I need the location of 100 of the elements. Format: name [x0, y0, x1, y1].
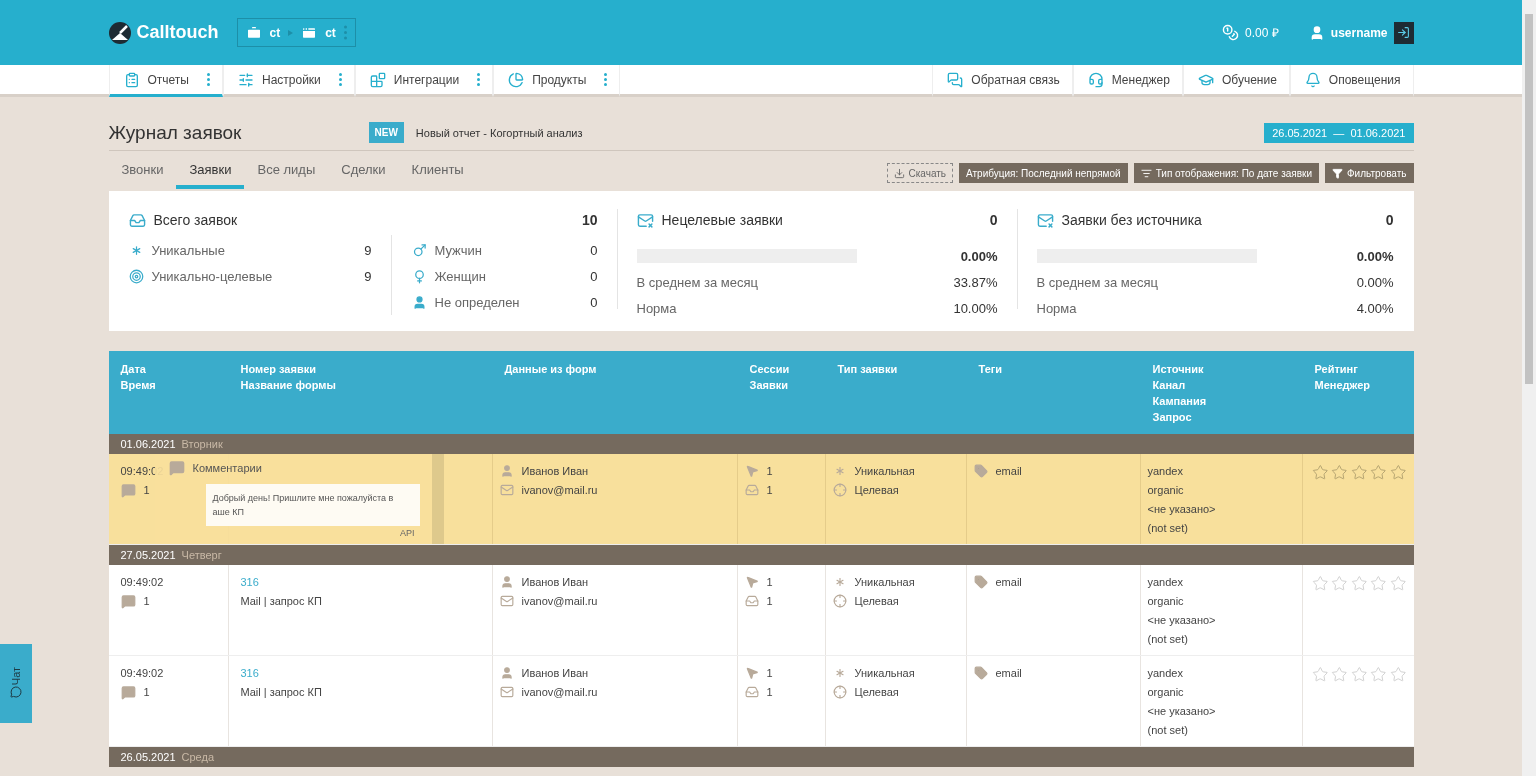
- star-icon[interactable]: [1331, 666, 1348, 683]
- account-switcher[interactable]: ct ct: [236, 18, 356, 47]
- column-header[interactable]: Менеджер: [1314, 377, 1402, 393]
- tab[interactable]: Все лиды: [244, 162, 329, 189]
- more-icon[interactable]: [338, 73, 342, 86]
- column-header[interactable]: Время: [120, 377, 217, 393]
- source-text: yandex: [1147, 465, 1183, 477]
- tag-icon: [973, 464, 988, 478]
- blocks-icon: [369, 71, 386, 88]
- star-icon[interactable]: [1311, 666, 1329, 683]
- request-type: Целевая: [854, 686, 899, 698]
- column-header[interactable]: Тип заявки: [837, 361, 955, 377]
- chat-button[interactable]: Чат: [0, 644, 32, 723]
- table-row[interactable]: 09:49:02 1 316 Mail | запрос КП Иванов Иван ivanov@mail.ru 1 1 Уникальная Целевая email yandex organic <не указано> (not set): [108, 656, 1414, 747]
- clipboard-icon: [123, 71, 140, 88]
- nav-tab[interactable]: Продукты: [493, 65, 621, 97]
- nav-link[interactable]: Обучение: [1182, 65, 1290, 97]
- star-icon[interactable]: [1350, 666, 1368, 683]
- stat-title: Всего заявок: [153, 212, 238, 228]
- stat-label: В среднем за месяц: [1036, 274, 1158, 290]
- requests-count: 1: [766, 686, 773, 698]
- column-header[interactable]: Дата: [120, 361, 217, 377]
- column-header[interactable]: Теги: [978, 361, 1129, 377]
- request-type: Уникальная: [854, 465, 915, 477]
- contact-name: Иванов Иван: [521, 667, 589, 679]
- star-icon[interactable]: [1389, 464, 1407, 481]
- tab[interactable]: Клиенты: [398, 162, 477, 189]
- column-header[interactable]: Источник: [1152, 361, 1291, 377]
- more-icon[interactable]: [207, 73, 210, 86]
- column-header[interactable]: Рейтинг: [1314, 361, 1402, 377]
- comment-icon[interactable]: [120, 684, 136, 700]
- inbox-icon: [744, 483, 759, 497]
- more-icon[interactable]: [343, 25, 347, 40]
- time-text: 09:49:02: [120, 576, 164, 588]
- pie-chart-icon: [508, 71, 525, 88]
- date-range-button[interactable]: 26.05.2021 — 01.06.2021: [1264, 122, 1414, 143]
- person-icon: [411, 294, 427, 310]
- request-number-link[interactable]: 316: [235, 576, 259, 588]
- requests-count: 1: [766, 595, 773, 607]
- column-header[interactable]: Запрос: [1152, 409, 1291, 425]
- download-button[interactable]: Скачать: [886, 163, 954, 183]
- column-header[interactable]: Заявки: [749, 377, 814, 393]
- star-icon[interactable]: [1311, 464, 1329, 481]
- column-header[interactable]: Номер заявки: [240, 361, 481, 377]
- nav-tab[interactable]: Настройки: [223, 65, 355, 97]
- tag-text: email: [995, 465, 1022, 477]
- column-header[interactable]: Канал: [1152, 377, 1291, 393]
- request-type: Целевая: [854, 595, 899, 607]
- request-number-link[interactable]: 316: [235, 667, 259, 679]
- stat-value: 10.00%: [953, 300, 998, 316]
- nav-tab[interactable]: Отчеты: [108, 65, 223, 97]
- mail-icon: [499, 483, 514, 497]
- attribution-button[interactable]: Атрибуция: Последний непрямой: [959, 163, 1128, 183]
- request-type: Уникальная: [854, 667, 915, 679]
- star-icon[interactable]: [1331, 575, 1348, 592]
- column-header[interactable]: Сессии: [749, 361, 814, 377]
- more-icon[interactable]: [604, 73, 608, 86]
- male-icon: [411, 242, 427, 258]
- column-header[interactable]: Кампания: [1152, 393, 1291, 409]
- star-icon[interactable]: [1370, 575, 1387, 592]
- column-header[interactable]: Данные из форм: [504, 361, 726, 377]
- tab[interactable]: Звонки: [108, 162, 177, 189]
- nav-link[interactable]: Менеджер: [1072, 65, 1183, 97]
- star-icon[interactable]: [1389, 666, 1407, 683]
- filter-button[interactable]: Фильтровать: [1325, 163, 1414, 183]
- star-icon[interactable]: [1370, 464, 1387, 481]
- display-type-button[interactable]: Тип отображения: По дате заявки: [1133, 163, 1319, 183]
- username[interactable]: username: [1330, 25, 1388, 40]
- download-icon: [893, 167, 905, 179]
- campaign-text: <не указано>: [1147, 705, 1216, 717]
- star-icon[interactable]: [1331, 464, 1348, 481]
- column-header[interactable]: Название формы: [240, 377, 481, 393]
- table-row[interactable]: 09:49:02 1 316 Mail | запрос КП Иванов Иван ivanov@mail.ru 1 1 Уникальная Целевая email yandex organic <не указано> (not set): [108, 565, 1414, 656]
- crosshair-icon: [832, 685, 847, 699]
- popup-title: Комментарии: [192, 462, 262, 474]
- stat-title: Заявки без источника: [1061, 212, 1202, 228]
- stat-label: Норма: [1036, 300, 1077, 316]
- nav-link[interactable]: Оповещения: [1289, 65, 1414, 97]
- scrollbar[interactable]: [1522, 0, 1536, 776]
- comment-icon[interactable]: [120, 482, 136, 498]
- cursor-icon: [744, 575, 759, 589]
- star-icon[interactable]: [1350, 575, 1368, 592]
- logout-button[interactable]: [1393, 21, 1414, 44]
- star-icon[interactable]: [1311, 575, 1329, 592]
- star-icon[interactable]: [1350, 464, 1368, 481]
- more-icon[interactable]: [477, 73, 481, 86]
- comment-source: API: [399, 528, 416, 538]
- star-icon[interactable]: [1370, 666, 1387, 683]
- filter-icon: [1332, 167, 1343, 179]
- comment-icon[interactable]: [120, 593, 136, 609]
- source-text: yandex: [1147, 576, 1183, 588]
- stat-percent: 0.00%: [960, 248, 998, 264]
- star-icon[interactable]: [1389, 575, 1407, 592]
- list-icon: [1140, 167, 1152, 179]
- stat-title: Нецелевые заявки: [661, 212, 783, 228]
- announcement-link[interactable]: Новый отчет - Когортный анализ: [415, 126, 583, 139]
- nav-tab[interactable]: Интеграции: [354, 65, 494, 97]
- chat-icon: [10, 685, 22, 698]
- tab[interactable]: Сделки: [328, 162, 399, 189]
- nav-link[interactable]: Обратная связь: [932, 65, 1073, 97]
